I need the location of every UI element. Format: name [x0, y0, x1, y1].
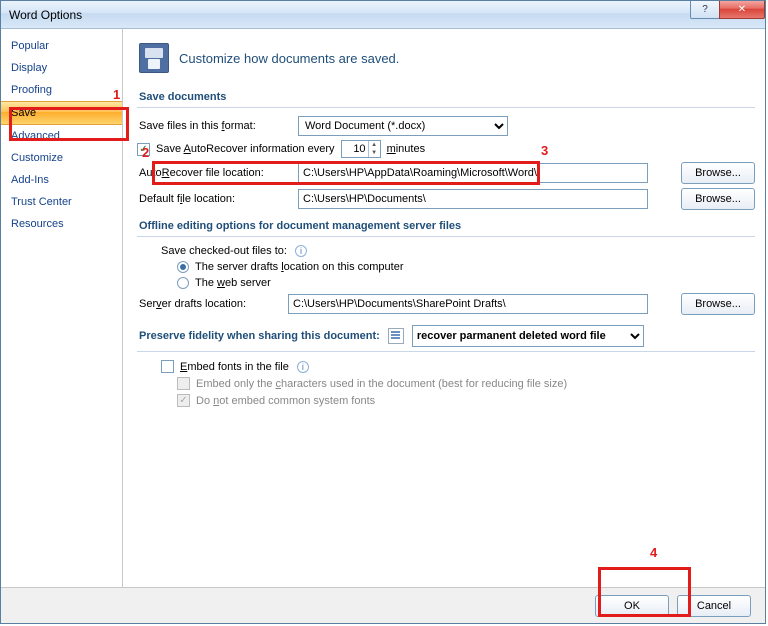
main-panel: Customize how documents are saved. Save … — [123, 29, 765, 587]
row-default-location: Default file location: Browse... — [137, 188, 755, 210]
row-autorecover-interval: Save AutoRecover information every ▲▼ mi… — [137, 140, 755, 158]
annotation-1: 1 — [113, 87, 120, 102]
sidebar-item-display[interactable]: Display — [1, 57, 122, 79]
embed-chars-checkbox — [177, 377, 190, 390]
radio-web-server[interactable] — [177, 277, 189, 289]
preserve-title: Preserve fidelity when sharing this docu… — [139, 330, 380, 342]
info-icon-embed[interactable]: i — [297, 361, 309, 373]
help-button[interactable]: ? — [690, 1, 720, 19]
sidebar: Popular Display Proofing Save Advanced C… — [1, 29, 123, 587]
sidebar-item-advanced[interactable]: Advanced — [1, 125, 122, 147]
embed-fonts-label: Embed fonts in the file — [180, 361, 289, 373]
close-button[interactable]: ✕ — [719, 1, 765, 19]
row-radio-web-server: The web server — [137, 277, 755, 289]
radio-server-drafts[interactable] — [177, 261, 189, 273]
annotation-4: 4 — [650, 545, 657, 560]
radio-server-drafts-label: The server drafts location on this compu… — [195, 261, 404, 273]
row-drafts-location: Server drafts location: Browse... — [137, 293, 755, 315]
autorecover-minutes-spin[interactable]: ▲▼ — [341, 140, 381, 158]
browse-drafts-button[interactable]: Browse... — [681, 293, 755, 315]
radio-web-server-label: The web server — [195, 277, 271, 289]
section-offline: Offline editing options for document man… — [137, 216, 755, 237]
checked-out-label: Save checked-out files to: — [161, 245, 287, 257]
sidebar-item-popular[interactable]: Popular — [1, 35, 122, 57]
annotation-3: 3 — [541, 143, 548, 158]
row-no-common: Do not embed common system fonts — [137, 394, 755, 407]
sidebar-item-resources[interactable]: Resources — [1, 213, 122, 235]
spin-arrows[interactable]: ▲▼ — [368, 141, 380, 157]
default-loc-label: Default file location: — [137, 193, 292, 205]
document-icon — [388, 328, 404, 344]
browse-autorecover-button[interactable]: Browse... — [681, 162, 755, 184]
row-radio-server-drafts: The server drafts location on this compu… — [137, 261, 755, 273]
cancel-button[interactable]: Cancel — [677, 595, 751, 617]
sidebar-item-trustcenter[interactable]: Trust Center — [1, 191, 122, 213]
embed-chars-label: Embed only the characters used in the do… — [196, 378, 567, 390]
row-checked-out-label: Save checked-out files to: i — [137, 245, 755, 257]
ok-button[interactable]: OK — [595, 595, 669, 617]
preserve-document-select[interactable]: recover parmanent deleted word file — [412, 325, 644, 347]
section-save-documents: Save documents — [137, 87, 755, 108]
row-embed-fonts: Embed fonts in the file i — [137, 360, 755, 373]
content: Popular Display Proofing Save Advanced C… — [1, 29, 765, 587]
window-buttons: ? ✕ — [691, 1, 765, 19]
format-label: Save files in this format: — [137, 120, 292, 132]
info-icon[interactable]: i — [295, 245, 307, 257]
autorecover-minutes-input[interactable] — [342, 143, 368, 155]
footer: OK Cancel — [1, 587, 765, 623]
annotation-2: 2 — [142, 145, 149, 160]
autorecover-label: Save AutoRecover information every — [156, 143, 335, 155]
autorecover-loc-input[interactable] — [298, 163, 648, 183]
default-loc-input[interactable] — [298, 189, 648, 209]
page-header: Customize how documents are saved. — [139, 43, 755, 73]
sidebar-item-save[interactable]: Save — [1, 101, 122, 125]
drafts-loc-input[interactable] — [288, 294, 648, 314]
save-disk-icon — [139, 43, 169, 73]
drafts-loc-label: Server drafts location: — [137, 298, 282, 310]
row-format: Save files in this format: Word Document… — [137, 116, 755, 136]
no-common-label: Do not embed common system fonts — [196, 395, 375, 407]
browse-default-button[interactable]: Browse... — [681, 188, 755, 210]
sidebar-item-customize[interactable]: Customize — [1, 147, 122, 169]
window: Word Options ? ✕ Popular Display Proofin… — [0, 0, 766, 624]
page-title: Customize how documents are saved. — [179, 51, 399, 66]
embed-fonts-checkbox[interactable] — [161, 360, 174, 373]
window-title: Word Options — [9, 8, 82, 22]
section-preserve: Preserve fidelity when sharing this docu… — [137, 321, 755, 352]
format-select[interactable]: Word Document (*.docx) — [298, 116, 508, 136]
row-embed-chars: Embed only the characters used in the do… — [137, 377, 755, 390]
autorecover-loc-label: AutoRecover file location: — [137, 167, 292, 179]
autorecover-unit: minutes — [387, 143, 426, 155]
row-autorecover-location: AutoRecover file location: Browse... — [137, 162, 755, 184]
no-common-checkbox — [177, 394, 190, 407]
sidebar-item-proofing[interactable]: Proofing — [1, 79, 122, 101]
sidebar-item-addins[interactable]: Add-Ins — [1, 169, 122, 191]
titlebar: Word Options ? ✕ — [1, 1, 765, 29]
